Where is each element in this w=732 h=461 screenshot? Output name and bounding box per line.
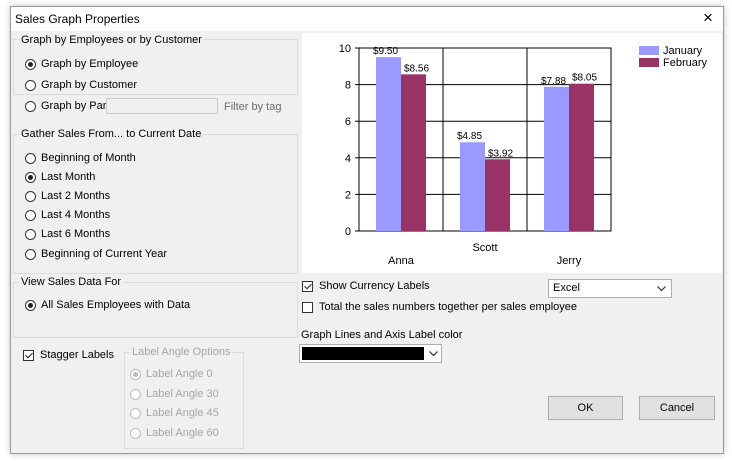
checkbox-box xyxy=(302,280,313,292)
title-bar: Sales Graph Properties × xyxy=(11,7,723,31)
bar-january-scott xyxy=(460,142,485,231)
bar-february-jerry xyxy=(569,83,594,231)
y-tick-label: 2 xyxy=(345,189,351,201)
legend-label-february: February xyxy=(663,57,708,69)
radio-circle xyxy=(25,152,36,164)
radio-label: Label Angle 60 xyxy=(146,427,219,439)
radio-label: Last Month xyxy=(41,171,96,183)
checkbox-label: Total the sales numbers together per sal… xyxy=(319,301,578,313)
y-tick-label: 8 xyxy=(345,80,351,92)
legend-swatch-january xyxy=(639,46,659,55)
color-select[interactable] xyxy=(299,344,442,363)
radio-label: Last 2 Months xyxy=(41,190,111,202)
radio-graph-by-part[interactable]: Graph by Part xyxy=(25,98,109,114)
radio-last-month[interactable]: Last Month xyxy=(25,169,95,185)
radio-label: Last 6 Months xyxy=(41,228,111,240)
radio-circle xyxy=(130,427,141,439)
checkbox-label: Show Currency Labels xyxy=(319,280,430,292)
radio-circle xyxy=(130,407,141,419)
bar-january-jerry xyxy=(544,86,569,231)
gather-sales-group-label: Gather Sales From... to Current Date xyxy=(19,128,204,140)
radio-label-angle-0[interactable]: Label Angle 0 xyxy=(130,366,213,382)
ok-button[interactable]: OK xyxy=(548,396,623,420)
radio-label-angle-60[interactable]: Label Angle 60 xyxy=(130,425,219,441)
bar-february-anna xyxy=(401,74,426,231)
radio-label: Graph by Part xyxy=(41,100,110,112)
radio-circle xyxy=(25,171,36,183)
legend-label-january: January xyxy=(663,45,703,57)
radio-label: All Sales Employees with Data xyxy=(41,299,191,311)
close-icon[interactable]: × xyxy=(697,8,719,30)
radio-circle xyxy=(25,79,36,91)
radio-circle xyxy=(25,100,36,112)
data-label: $4.85 xyxy=(457,131,482,142)
radio-last-4-months[interactable]: Last 4 Months xyxy=(25,207,110,223)
checkbox-label: Stagger Labels xyxy=(40,349,114,361)
cancel-button[interactable]: Cancel xyxy=(639,396,715,420)
radio-label: Label Angle 45 xyxy=(146,407,219,419)
radio-label: Label Angle 30 xyxy=(146,388,219,400)
x-tick-label: Anna xyxy=(388,255,415,267)
window-title: Sales Graph Properties xyxy=(15,12,140,26)
radio-circle xyxy=(25,299,36,311)
color-label: Graph Lines and Axis Label color xyxy=(301,329,463,341)
data-label: $7.88 xyxy=(541,76,566,87)
label-angle-group-label: Label Angle Options xyxy=(130,346,233,358)
radio-circle xyxy=(25,209,36,221)
chevron-down-icon xyxy=(657,286,666,292)
y-tick-label: 10 xyxy=(339,43,351,55)
view-sales-group-label: View Sales Data For xyxy=(19,276,124,288)
radio-circle xyxy=(130,368,141,380)
radio-last-2-months[interactable]: Last 2 Months xyxy=(25,188,110,204)
radio-label: Beginning of Current Year xyxy=(41,248,167,260)
chevron-down-icon xyxy=(429,351,438,357)
radio-label: Last 4 Months xyxy=(41,209,111,221)
radio-circle xyxy=(25,58,36,70)
filter-by-tag-label: Filter by tag xyxy=(224,101,282,113)
data-label: $3.92 xyxy=(488,148,513,159)
radio-circle xyxy=(25,248,36,260)
radio-label: Graph by Employee xyxy=(41,58,139,70)
radio-label: Label Angle 0 xyxy=(146,368,213,380)
data-label: $8.56 xyxy=(404,63,429,74)
radio-circle xyxy=(130,388,141,400)
filter-tag-input[interactable] xyxy=(106,98,218,114)
data-label: $9.50 xyxy=(373,46,398,57)
graph-by-group-label: Graph by Employees or by Customer xyxy=(19,34,204,46)
radio-beginning-of-current-year[interactable]: Beginning of Current Year xyxy=(25,246,167,262)
y-tick-label: 0 xyxy=(345,226,351,238)
radio-label-angle-45[interactable]: Label Angle 45 xyxy=(130,405,219,421)
color-swatch xyxy=(302,347,424,360)
radio-graph-by-customer[interactable]: Graph by Customer xyxy=(25,77,137,93)
radio-last-6-months[interactable]: Last 6 Months xyxy=(25,226,110,242)
radio-label: Graph by Customer xyxy=(41,79,137,91)
export-format-value: Excel xyxy=(553,282,580,294)
bar-january-anna xyxy=(376,57,401,232)
checkbox-box xyxy=(302,301,313,313)
x-tick-label: Scott xyxy=(472,242,497,254)
stagger-labels-checkbox[interactable]: Stagger Labels xyxy=(23,347,114,363)
radio-circle xyxy=(25,228,36,240)
x-tick-label: Jerry xyxy=(557,255,582,267)
total-sales-checkbox[interactable]: Total the sales numbers together per sal… xyxy=(302,299,577,315)
sales-bar-chart: 0 2 4 6 8 10 $9.50 $8.56 Anna $4.85 $3.92 Scott $7.8… xyxy=(339,43,708,267)
radio-beginning-of-month[interactable]: Beginning of Month xyxy=(25,150,136,166)
export-format-select[interactable]: Excel xyxy=(548,279,672,298)
show-currency-labels-checkbox[interactable]: Show Currency Labels xyxy=(302,278,430,294)
sales-chart-panel: 0 2 4 6 8 10 $9.50 $8.56 Anna $4.85 $3.92 Scott $7.8… xyxy=(302,33,722,273)
y-tick-label: 6 xyxy=(345,116,351,128)
radio-label: Beginning of Month xyxy=(41,152,136,164)
data-label: $8.05 xyxy=(572,73,597,84)
legend-swatch-february xyxy=(639,58,659,67)
radio-all-sales-employees[interactable]: All Sales Employees with Data xyxy=(25,297,190,313)
y-tick-label: 4 xyxy=(345,153,351,165)
radio-circle xyxy=(25,190,36,202)
checkbox-box xyxy=(23,349,34,361)
radio-label-angle-30[interactable]: Label Angle 30 xyxy=(130,386,219,402)
sales-graph-properties-dialog: Sales Graph Properties × Graph by Employ… xyxy=(10,6,724,454)
bar-february-scott xyxy=(485,159,510,231)
radio-graph-by-employee[interactable]: Graph by Employee xyxy=(25,56,138,72)
